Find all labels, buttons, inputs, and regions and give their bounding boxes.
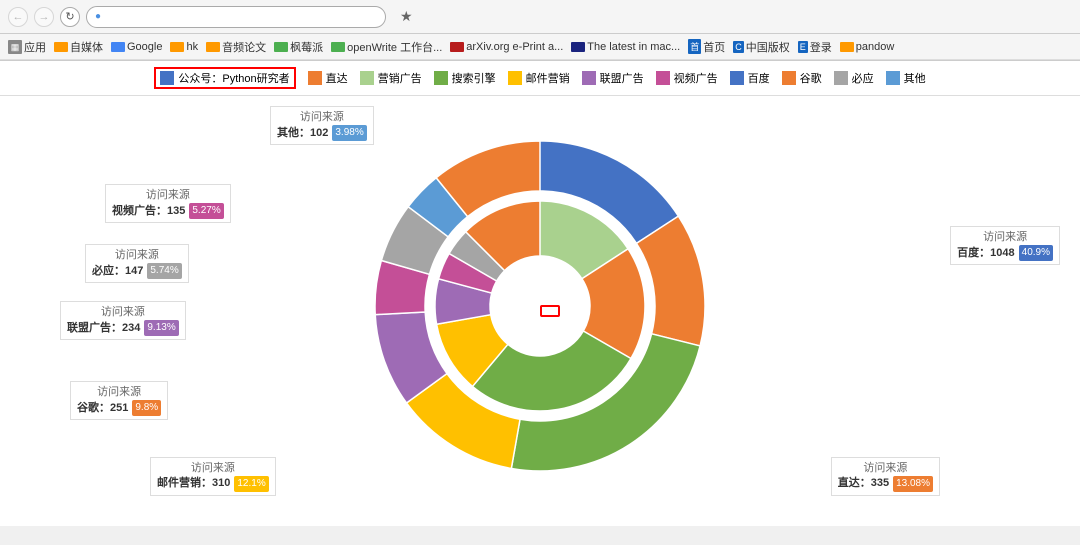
main-content: 访问来源 百度：1048 40.9% 访问来源 直达：335 13.08% 访问… — [0, 96, 1080, 526]
legend-qita: 其他 — [886, 70, 926, 86]
label-baidu-num: 百度：1048 — [957, 246, 1014, 261]
label-biying-value: 必应：147 5.74% — [92, 263, 182, 279]
bookmark-arxiv[interactable]: arXiv.org e-Print a... — [450, 41, 563, 53]
label-zhida-title: 访问来源 — [838, 461, 933, 476]
legend-spgg: 视频广告 — [656, 70, 718, 86]
label-biying-num: 必应：147 — [92, 264, 143, 279]
bookmark-google[interactable]: Google — [111, 41, 162, 53]
legend-google: 谷歌 — [782, 70, 822, 86]
legend-label-spgg: 视频广告 — [674, 70, 718, 86]
browser-chrome: ← → ↻ ● ★ ▦ 应用 自媒体 Google hk 音频论文 枫莓派 — [0, 0, 1080, 61]
label-youjian-num: 邮件营销：310 — [157, 476, 230, 491]
legend-color-zhida — [308, 71, 322, 85]
center-label — [540, 305, 560, 317]
label-shipin: 访问来源 视频广告：135 5.27% — [105, 184, 231, 223]
label-youjian: 访问来源 邮件营销：310 12.1% — [150, 457, 276, 496]
label-qita-pct: 3.98% — [332, 125, 366, 141]
bookmark-zimeiti[interactable]: 自媒体 — [54, 39, 103, 55]
bookmarks-bar: ▦ 应用 自媒体 Google hk 音频论文 枫莓派 openWrite 工作… — [0, 34, 1080, 60]
chart-container: 访问来源 百度：1048 40.9% 访问来源 直达：335 13.08% 访问… — [0, 96, 1080, 526]
legend-yxgg: 营销广告 — [360, 70, 422, 86]
legend-color-google — [782, 71, 796, 85]
label-biying-pct: 5.74% — [147, 263, 181, 279]
bookmark-homepage[interactable]: 首 首页 — [688, 39, 725, 55]
label-zhida-pct: 13.08% — [893, 476, 933, 492]
legend-lmgg: 联盟广告 — [582, 70, 644, 86]
legend-label-lmgg: 联盟广告 — [600, 70, 644, 86]
label-zhida-value: 直达：335 13.08% — [838, 476, 933, 492]
legend-biying: 必应 — [834, 70, 874, 86]
label-youjian-value: 邮件营销：310 12.1% — [157, 476, 269, 492]
star-icon[interactable]: ★ — [400, 8, 413, 25]
label-youjian-title: 访问来源 — [157, 461, 269, 476]
label-shipin-num: 视频广告：135 — [112, 204, 185, 219]
legend-baidu: 百度 — [730, 70, 770, 86]
label-lianmeng-num: 联盟广告：234 — [67, 321, 140, 336]
label-shipin-value: 视频广告：135 5.27% — [112, 203, 224, 219]
address-bar[interactable]: ● — [86, 6, 386, 28]
label-lianmeng: 访问来源 联盟广告：234 9.13% — [60, 301, 186, 340]
reload-button[interactable]: ↻ — [60, 7, 80, 27]
bookmark-audio[interactable]: 音频论文 — [206, 39, 266, 55]
label-lianmeng-pct: 9.13% — [144, 320, 178, 336]
label-biying: 访问来源 必应：147 5.74% — [85, 244, 189, 283]
label-qita-title: 访问来源 — [277, 110, 367, 125]
label-zhida-num: 直达：335 — [838, 476, 889, 491]
legend-label-wechat: 公众号：Python研究者 — [178, 70, 289, 86]
label-google-num: 谷歌：251 — [77, 401, 128, 416]
legend-color-wechat — [160, 71, 174, 85]
legend-color-soyq — [434, 71, 448, 85]
label-qita-value: 其他：102 3.98% — [277, 125, 367, 141]
label-qita-num: 其他：102 — [277, 126, 328, 141]
label-youjian-pct: 12.1% — [234, 476, 268, 492]
label-shipin-pct: 5.27% — [189, 203, 223, 219]
lock-icon: ● — [95, 11, 101, 22]
bookmark-apps[interactable]: ▦ 应用 — [8, 39, 46, 55]
label-google: 访问来源 谷歌：251 9.8% — [70, 381, 168, 420]
bookmark-hk[interactable]: hk — [170, 41, 198, 53]
legend-color-yjyx — [508, 71, 522, 85]
legend-label-soyq: 搜索引擎 — [452, 70, 496, 86]
bookmark-openwrite[interactable]: openWrite 工作台... — [331, 39, 442, 55]
forward-button[interactable]: → — [34, 7, 54, 27]
bookmark-fengmei[interactable]: 枫莓派 — [274, 39, 323, 55]
label-google-title: 访问来源 — [77, 385, 161, 400]
legend-label-zhida: 直达 — [326, 70, 348, 86]
label-baidu-value: 百度：1048 40.9% — [957, 245, 1053, 261]
legend-label-yxgg: 营销广告 — [378, 70, 422, 86]
legend-label-google: 谷歌 — [800, 70, 822, 86]
legend-color-baidu — [730, 71, 744, 85]
legend-soyq: 搜索引擎 — [434, 70, 496, 86]
legend-yjyx: 邮件营销 — [508, 70, 570, 86]
label-lianmeng-value: 联盟广告：234 9.13% — [67, 320, 179, 336]
label-baidu-pct: 40.9% — [1019, 245, 1053, 261]
legend-color-spgg — [656, 71, 670, 85]
label-baidu: 访问来源 百度：1048 40.9% — [950, 226, 1060, 265]
label-baidu-title: 访问来源 — [957, 230, 1053, 245]
label-biying-title: 访问来源 — [92, 248, 182, 263]
legend-label-qita: 其他 — [904, 70, 926, 86]
label-zhida: 访问来源 直达：335 13.08% — [831, 457, 940, 496]
legend-color-biying — [834, 71, 848, 85]
bookmark-login[interactable]: E 登录 — [798, 39, 832, 55]
legend-color-lmgg — [582, 71, 596, 85]
label-google-pct: 9.8% — [132, 400, 161, 416]
legend-wechat: 公众号：Python研究者 — [154, 67, 295, 89]
legend-label-yjyx: 邮件营销 — [526, 70, 570, 86]
legend-label-baidu: 百度 — [748, 70, 770, 86]
legend-zhida: 直达 — [308, 70, 348, 86]
back-button[interactable]: ← — [8, 7, 28, 27]
label-qita: 访问来源 其他：102 3.98% — [270, 106, 374, 145]
bookmark-latest-mac[interactable]: The latest in mac... — [571, 41, 680, 53]
legend-color-yxgg — [360, 71, 374, 85]
bookmark-copyright[interactable]: C 中国版权 — [733, 39, 790, 55]
legend-color-qita — [886, 71, 900, 85]
legend-bar: 公众号：Python研究者 直达 营销广告 搜索引擎 邮件营销 联盟广告 视频广… — [0, 61, 1080, 96]
label-shipin-title: 访问来源 — [112, 188, 224, 203]
bookmark-pandow[interactable]: pandow — [840, 41, 895, 53]
legend-label-biying: 必应 — [852, 70, 874, 86]
browser-nav: ← → ↻ ● ★ — [0, 0, 1080, 34]
label-google-value: 谷歌：251 9.8% — [77, 400, 161, 416]
label-lianmeng-title: 访问来源 — [67, 305, 179, 320]
